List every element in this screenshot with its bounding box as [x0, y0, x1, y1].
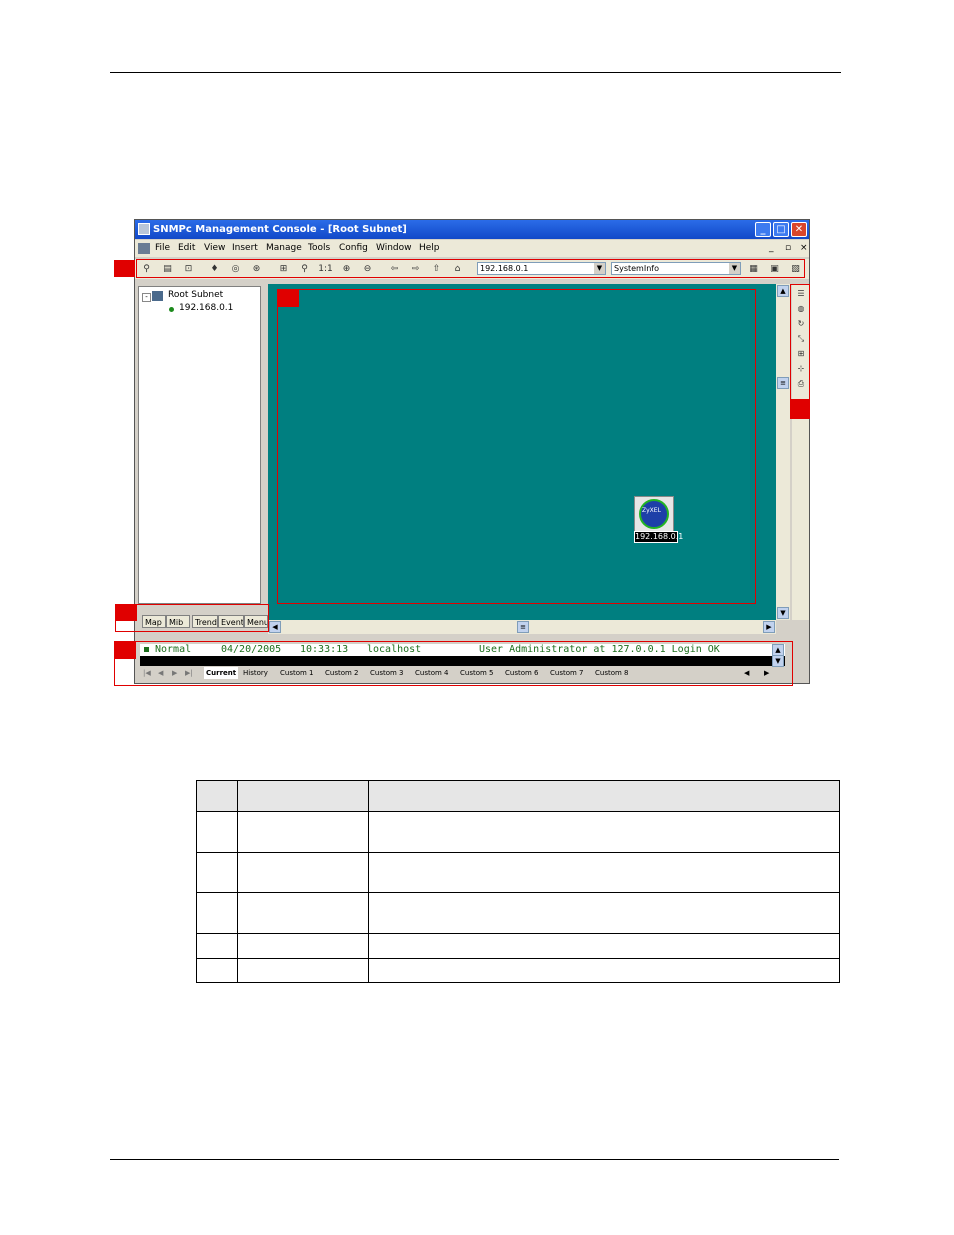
close-button[interactable]: ✕: [791, 222, 807, 237]
table-row: [196, 933, 840, 959]
minimize-button[interactable]: _: [755, 222, 771, 237]
mdi-close-icon[interactable]: ×: [800, 243, 808, 253]
map-horizontal-scrollbar[interactable]: ◀ ≡ ▶: [268, 620, 776, 634]
scroll-thumb[interactable]: ≡: [777, 377, 789, 389]
callout-tag-2: [277, 289, 299, 307]
table-cell: [237, 933, 369, 959]
menu-doc-icon: [138, 243, 150, 254]
table-cell: [368, 780, 840, 812]
maximize-button[interactable]: □: [773, 222, 789, 237]
table-header-row: [196, 780, 840, 812]
table-row: [196, 958, 840, 983]
table-cell: [237, 892, 369, 934]
collapse-icon[interactable]: -: [142, 293, 151, 302]
table-cell: [196, 958, 238, 983]
table-row: [196, 852, 840, 893]
callout-tag-3: [790, 400, 810, 419]
table-cell: [196, 811, 238, 853]
menu-tools[interactable]: Tools: [308, 243, 330, 253]
mdi-restore-icon[interactable]: ▫: [785, 243, 791, 253]
table-row: [196, 892, 840, 934]
table-cell: [237, 852, 369, 893]
selection-tree[interactable]: - Root Subnet 192.168.0.1: [138, 286, 261, 604]
subnet-icon: [152, 291, 163, 301]
menu-edit[interactable]: Edit: [178, 243, 195, 253]
callout-tag-4: [115, 604, 137, 621]
scroll-up-icon[interactable]: ▲: [777, 285, 789, 297]
menu-manage[interactable]: Manage: [266, 243, 302, 253]
table-cell: [368, 811, 840, 853]
device-dot-icon: [169, 307, 174, 312]
tree-device-node[interactable]: 192.168.0.1: [179, 303, 233, 313]
callout-box-event-log: [114, 641, 793, 686]
description-table: [196, 780, 840, 983]
table-cell: [196, 852, 238, 893]
scroll-down-icon[interactable]: ▼: [777, 607, 789, 619]
menu-bar: File Edit View Insert Manage Tools Confi…: [135, 240, 809, 257]
callout-box-toolbar: [136, 259, 805, 278]
menu-view[interactable]: View: [204, 243, 225, 253]
callout-tag-1: [114, 260, 135, 277]
table-cell: [196, 780, 238, 812]
menu-file[interactable]: File: [155, 243, 170, 253]
table-cell: [237, 780, 369, 812]
table-cell: [368, 933, 840, 959]
scroll-right-icon[interactable]: ▶: [763, 621, 775, 633]
map-vertical-scrollbar[interactable]: ▲ ≡ ▼: [776, 284, 790, 620]
table-cell: [368, 958, 840, 983]
window-title: SNMPc Management Console - [Root Subnet]: [153, 224, 407, 235]
scroll-thumb[interactable]: ≡: [517, 621, 529, 633]
tree-root-subnet[interactable]: Root Subnet: [168, 290, 223, 300]
table-cell: [237, 958, 369, 983]
table-cell: [368, 852, 840, 893]
menu-insert[interactable]: Insert: [232, 243, 258, 253]
callout-box-right-toolbar: [790, 284, 810, 400]
app-icon: [138, 223, 150, 235]
scroll-left-icon[interactable]: ◀: [269, 621, 281, 633]
table-cell: [196, 933, 238, 959]
menu-config[interactable]: Config: [339, 243, 368, 253]
footer-rule: [110, 1159, 839, 1160]
table-cell: [368, 892, 840, 934]
table-cell: [237, 811, 369, 853]
callout-box-tree: [115, 604, 269, 632]
menu-help[interactable]: Help: [419, 243, 440, 253]
mdi-minimize-icon[interactable]: _: [769, 243, 774, 253]
callout-box-map: [277, 289, 756, 604]
menu-window[interactable]: Window: [376, 243, 412, 253]
table-row: [196, 811, 840, 853]
table-cell: [196, 892, 238, 934]
title-bar[interactable]: SNMPc Management Console - [Root Subnet]…: [135, 220, 809, 239]
callout-tag-5: [114, 641, 136, 659]
header-rule: [110, 72, 841, 73]
